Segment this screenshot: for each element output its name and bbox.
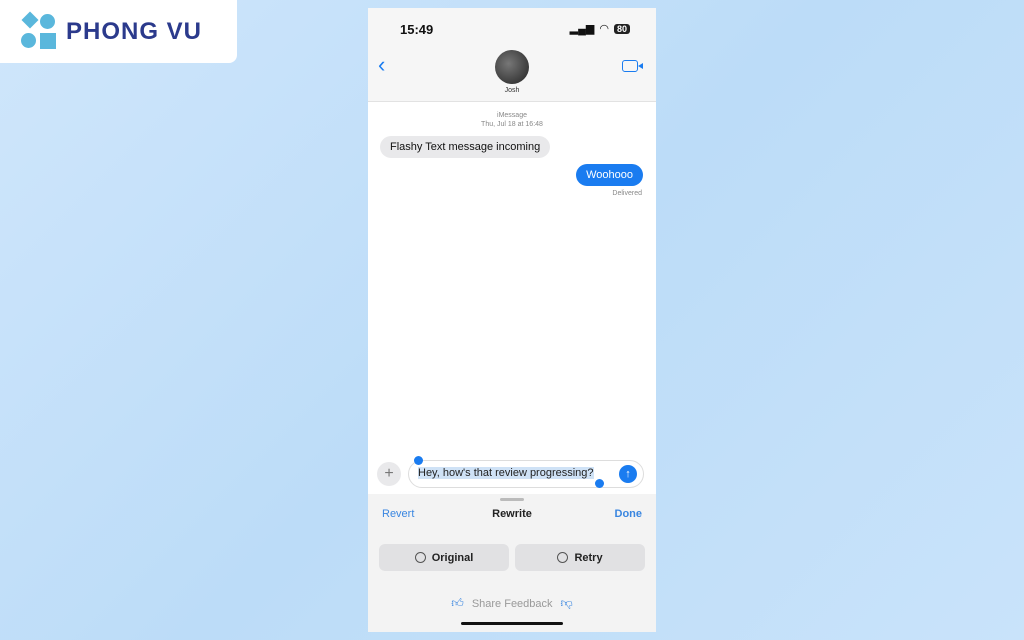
- avatar[interactable]: [495, 50, 529, 84]
- delivered-receipt: Delivered: [612, 190, 642, 197]
- thumbs-down-icon[interactable]: 👎︎: [561, 596, 573, 611]
- status-time: 15:49: [400, 22, 434, 37]
- service-label: iMessage: [497, 112, 527, 119]
- share-feedback-label: Share Feedback: [471, 597, 553, 610]
- thumbs-up-icon[interactable]: 👍︎: [451, 596, 464, 611]
- selected-text[interactable]: Hey, how's that review progressing?: [418, 467, 594, 479]
- selection-handle-end[interactable]: [595, 479, 604, 488]
- original-button[interactable]: Original: [379, 544, 509, 571]
- logo-text: PHONG VU: [66, 17, 203, 45]
- done-button[interactable]: Done: [615, 508, 643, 520]
- retry-button[interactable]: Retry: [515, 544, 645, 571]
- plus-button[interactable]: +: [377, 462, 401, 486]
- thread-meta: iMessage Thu, Jul 18 at 16:48: [368, 111, 656, 129]
- logo-mark-icon: [20, 11, 58, 50]
- message-input[interactable]: Hey, how's that review progressing? ↑: [408, 456, 644, 488]
- original-icon: [414, 552, 426, 563]
- share-feedback: 👍︎ Share Feedback 👎︎: [368, 596, 656, 611]
- phone-screen: 15:49 ▂▄▆ ◠ 80 ‹ Josh iMessage Thu, Jul …: [368, 8, 656, 632]
- rewrite-panel: Revert Rewrite Done Original Retry 👍︎ Sh…: [368, 494, 656, 632]
- grabber-handle[interactable]: [500, 498, 524, 501]
- message-incoming[interactable]: Flashy Text message incoming: [380, 136, 551, 158]
- retry-icon: [557, 552, 569, 563]
- contact-name[interactable]: Josh: [368, 87, 656, 94]
- conversation-header: 15:49 ▂▄▆ ◠ 80 ‹ Josh: [368, 8, 656, 102]
- original-label: Original: [431, 551, 474, 564]
- thread-date: Thu, Jul 18 at 16:48: [481, 121, 543, 128]
- video-camera-icon[interactable]: [622, 60, 643, 72]
- battery-icon: 80: [613, 23, 630, 34]
- retry-label: Retry: [574, 551, 603, 564]
- phong-vu-logo: PHONG VU: [0, 0, 237, 63]
- selection-handle-start[interactable]: [414, 456, 423, 465]
- message-outgoing[interactable]: Woohooo: [576, 164, 643, 186]
- home-indicator: [461, 622, 563, 625]
- send-button[interactable]: ↑: [619, 465, 637, 483]
- status-icons: ▂▄▆ ◠ 80: [570, 22, 630, 35]
- chevron-left-icon[interactable]: ‹: [378, 52, 385, 78]
- wifi-icon: ◠: [599, 23, 609, 35]
- signal-icon: ▂▄▆: [569, 23, 595, 35]
- revert-button[interactable]: Revert: [382, 508, 414, 520]
